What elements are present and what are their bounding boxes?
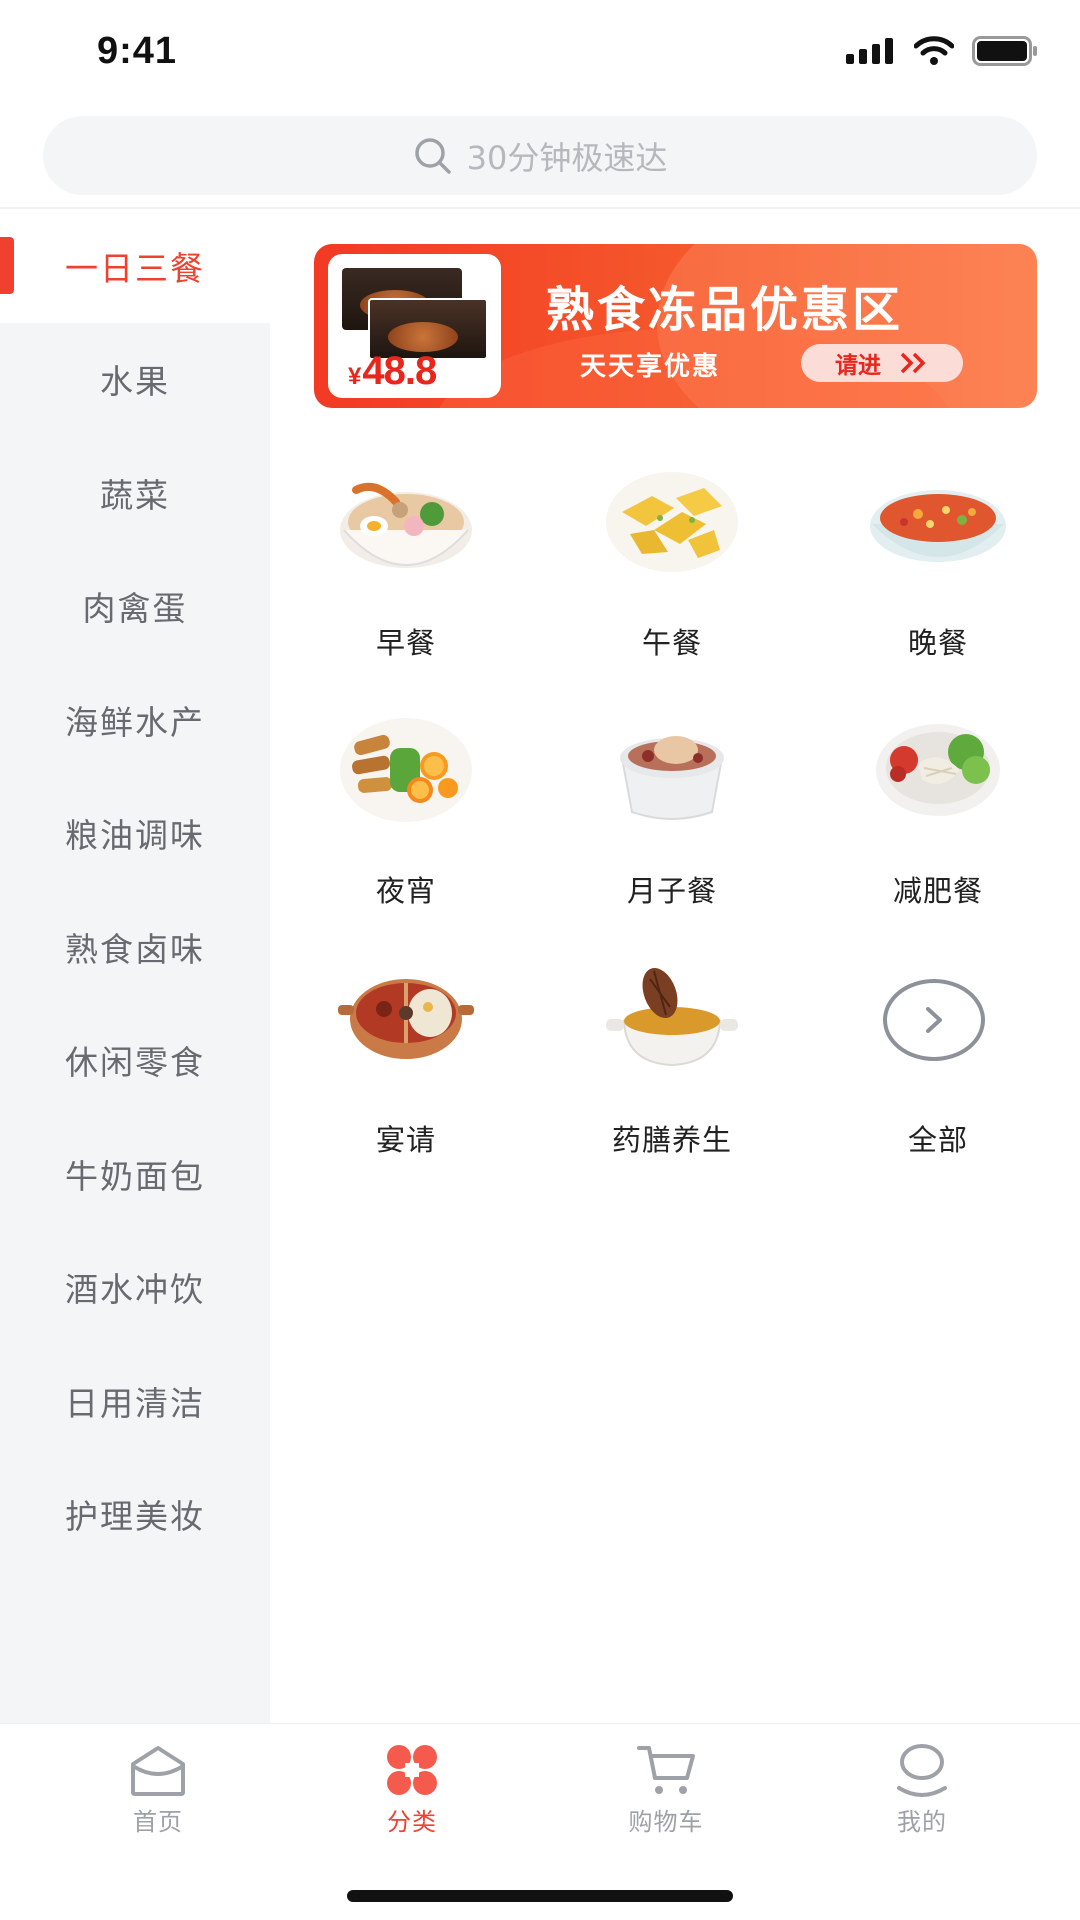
- battery-icon: [972, 36, 1037, 66]
- category-label: 减肥餐: [892, 874, 983, 908]
- chicken-plate-icon: [606, 472, 738, 572]
- category-item-late-night[interactable]: 夜宵: [276, 708, 536, 938]
- cart-icon: [637, 1746, 695, 1794]
- category-item-dinner[interactable]: 晚餐: [808, 460, 1068, 690]
- sidebar-item-grain-oil[interactable]: 粮油调味: [0, 777, 270, 891]
- home-indicator: [347, 1890, 733, 1902]
- grilled-platter-icon: [340, 718, 472, 822]
- tab-home[interactable]: 首页: [68, 1742, 248, 1852]
- tab-label: 分类: [387, 1808, 437, 1836]
- search-placeholder: 30分钟极速达: [466, 138, 668, 177]
- herbal-soup-icon: [606, 967, 738, 1067]
- banner-title: 熟食冻品优惠区: [546, 282, 904, 338]
- tab-category[interactable]: 分类: [322, 1742, 502, 1852]
- tab-label: 购物车: [628, 1808, 704, 1836]
- category-item-all[interactable]: 全部: [808, 957, 1068, 1187]
- tab-label: 首页: [133, 1808, 183, 1836]
- salad-plate-icon: [876, 724, 1000, 816]
- category-item-herbal-diet[interactable]: 药膳养生: [542, 957, 802, 1187]
- category-icon: [387, 1745, 437, 1795]
- status-bar: 9:41: [0, 0, 1080, 105]
- banner-button-label: 请进: [835, 353, 881, 379]
- cellular-signal-icon: [846, 38, 893, 64]
- profile-icon: [897, 1744, 947, 1797]
- category-label: 宴请: [375, 1123, 436, 1157]
- tab-label: 我的: [897, 1808, 947, 1836]
- sidebar-item-dairy-bread[interactable]: 牛奶面包: [0, 1117, 270, 1231]
- category-label: 月子餐: [626, 874, 717, 908]
- promo-banner[interactable]: ¥48.8 熟食冻品优惠区 天天享优惠 请进: [314, 244, 1037, 408]
- home-icon: [131, 1746, 185, 1796]
- sidebar-item-fruit[interactable]: 水果: [0, 323, 270, 437]
- banner-price: ¥48.8: [348, 349, 437, 393]
- stir-fry-bowl-icon: [870, 490, 1006, 562]
- wifi-icon: [914, 36, 954, 65]
- category-label: 午餐: [641, 626, 702, 660]
- double-chevron-right-icon: [900, 352, 926, 374]
- category-item-diet-meal[interactable]: 减肥餐: [808, 708, 1068, 938]
- search-icon: [414, 137, 451, 174]
- sidebar-item-deli[interactable]: 熟食卤味: [0, 890, 270, 1004]
- search-input[interactable]: 30分钟极速达: [43, 116, 1037, 195]
- sidebar-item-cleaning[interactable]: 日用清洁: [0, 1344, 270, 1458]
- category-label: 药膳养生: [611, 1123, 732, 1157]
- status-time: 9:41: [97, 30, 178, 72]
- category-label: 早餐: [375, 626, 436, 660]
- sidebar-item-meals[interactable]: 一日三餐: [0, 209, 270, 323]
- category-item-banquet[interactable]: 宴请: [276, 957, 536, 1187]
- category-item-confinement-meal[interactable]: 月子餐: [542, 708, 802, 938]
- category-item-lunch[interactable]: 午餐: [542, 460, 802, 690]
- banner-subtitle: 天天享优惠: [580, 352, 721, 382]
- ramen-bowl-icon: [340, 483, 472, 568]
- sidebar-item-vegetables[interactable]: 蔬菜: [0, 436, 270, 550]
- soup-pot-icon: [620, 736, 724, 820]
- status-icons: [846, 36, 1038, 66]
- category-item-breakfast[interactable]: 早餐: [276, 460, 536, 690]
- banner-enter-button[interactable]: 请进: [801, 344, 963, 382]
- category-label: 夜宵: [375, 874, 436, 908]
- sidebar-item-meat-eggs[interactable]: 肉禽蛋: [0, 550, 270, 664]
- hotpot-icon: [338, 979, 474, 1059]
- banner-product-image: ¥48.8: [328, 254, 501, 398]
- sidebar-item-drinks[interactable]: 酒水冲饮: [0, 1231, 270, 1345]
- category-sidebar: 一日三餐 水果 蔬菜 肉禽蛋 海鲜水产 粮油调味 熟食卤味 休闲零食 牛奶面包 …: [0, 209, 270, 1723]
- tab-profile[interactable]: 我的: [832, 1742, 1012, 1852]
- sidebar-item-seafood[interactable]: 海鲜水产: [0, 663, 270, 777]
- chevron-right-circle-icon: [883, 979, 985, 1061]
- category-label: 全部: [907, 1123, 968, 1157]
- tab-cart[interactable]: 购物车: [576, 1742, 756, 1852]
- category-label: 晚餐: [907, 626, 968, 660]
- sidebar-item-beauty[interactable]: 护理美妆: [0, 1458, 270, 1572]
- sidebar-item-snacks[interactable]: 休闲零食: [0, 1004, 270, 1118]
